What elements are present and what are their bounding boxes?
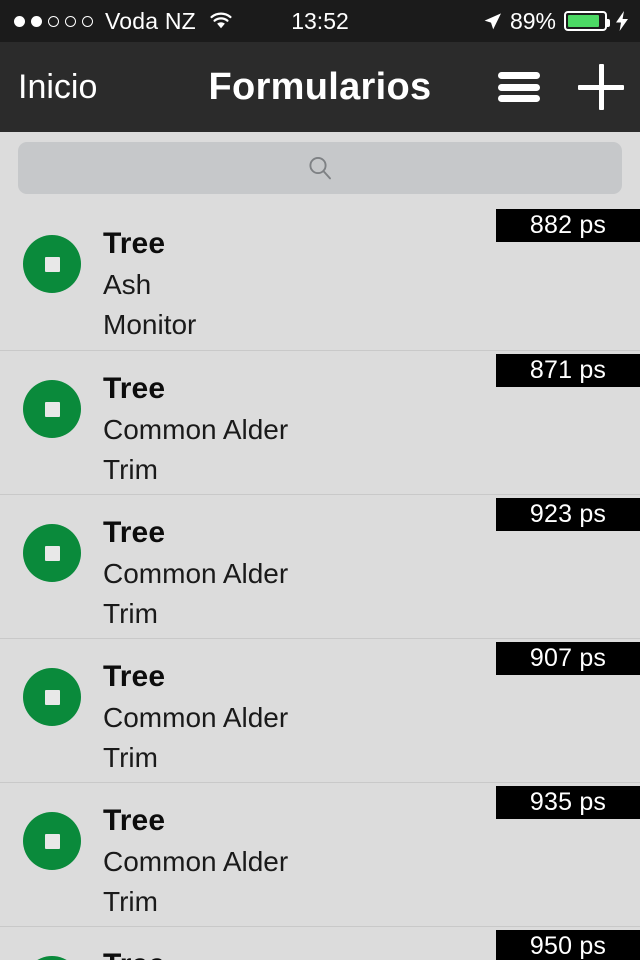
status-badge: 882 ps [496, 209, 640, 242]
stop-square-glyph [44, 545, 60, 561]
row-title: Tree [103, 372, 166, 405]
status-badge: 950 ps [496, 930, 640, 960]
hamburger-bar-3 [498, 95, 540, 102]
stop-square-icon[interactable] [23, 812, 81, 870]
row-title: Tree [103, 227, 166, 260]
navigation-bar: Inicio Formularios [0, 42, 640, 132]
search-bar-container [0, 132, 640, 206]
table-row[interactable]: Tree Common Alder Trim 907 ps [0, 638, 640, 782]
row-title: Tree [103, 804, 166, 837]
stop-square-glyph [44, 256, 60, 272]
stop-square-glyph [44, 401, 60, 417]
location-arrow-icon [483, 12, 502, 31]
status-bar-right: 89% [483, 0, 629, 42]
status-badge: 907 ps [496, 642, 640, 675]
row-species: Ash [103, 269, 152, 300]
table-row[interactable]: Tree Common Alder Trim 935 ps [0, 782, 640, 926]
battery-icon [564, 11, 610, 31]
row-action: Trim [103, 886, 158, 917]
row-action: Trim [103, 742, 158, 773]
battery-percent-label: 89% [509, 7, 556, 34]
row-text-block: Tree Ash Monitor [103, 223, 490, 345]
status-badge: 871 ps [496, 354, 640, 387]
search-input[interactable] [18, 142, 622, 194]
row-action: Trim [103, 598, 158, 629]
lightning-bolt-icon [615, 11, 629, 31]
row-species: Common Alder [103, 846, 289, 877]
row-title: Tree [103, 944, 490, 960]
navigation-actions [498, 42, 624, 132]
hamburger-bar-1 [498, 72, 540, 79]
stop-square-icon[interactable] [23, 524, 81, 582]
app-root: Voda NZ 13:52 89% Inicio Formularios Tre… [0, 0, 640, 960]
stop-square-icon[interactable] [23, 956, 81, 960]
row-action: Monitor [103, 309, 197, 340]
row-text-block: Tree Common Alder Trim [103, 656, 490, 778]
stop-square-icon[interactable] [23, 235, 81, 293]
status-bar: Voda NZ 13:52 89% [0, 0, 640, 42]
forms-list: Tree Ash Monitor 882 ps Tree Common Alder Trim… [0, 206, 640, 960]
row-species: Common Alder [103, 702, 289, 733]
row-text-block: Tree Common Alder Trim [103, 512, 490, 634]
row-text-block: Tree Common Alder Trim [103, 800, 490, 922]
table-row[interactable]: Tree Ash Monitor 882 ps [0, 206, 640, 350]
row-text-block: Tree [103, 944, 490, 960]
table-row[interactable]: Tree Common Alder Trim 871 ps [0, 350, 640, 494]
stop-square-glyph [44, 689, 60, 705]
hamburger-bar-2 [498, 83, 540, 91]
table-row[interactable]: Tree 950 ps [0, 926, 640, 960]
table-row[interactable]: Tree Common Alder Trim 923 ps [0, 494, 640, 638]
hamburger-menu-icon[interactable] [498, 72, 540, 102]
row-action: Trim [103, 454, 158, 485]
search-field[interactable] [18, 142, 622, 194]
stop-square-icon[interactable] [23, 380, 81, 438]
battery-fill [568, 15, 600, 27]
plus-icon[interactable] [578, 64, 624, 110]
row-title: Tree [103, 516, 166, 549]
row-species: Common Alder [103, 558, 289, 589]
row-text-block: Tree Common Alder Trim [103, 368, 490, 490]
stop-square-glyph [44, 833, 60, 849]
stop-square-icon[interactable] [23, 668, 81, 726]
status-badge: 935 ps [496, 786, 640, 819]
row-title: Tree [103, 660, 166, 693]
status-badge: 923 ps [496, 498, 640, 531]
row-species: Common Alder [103, 414, 289, 445]
